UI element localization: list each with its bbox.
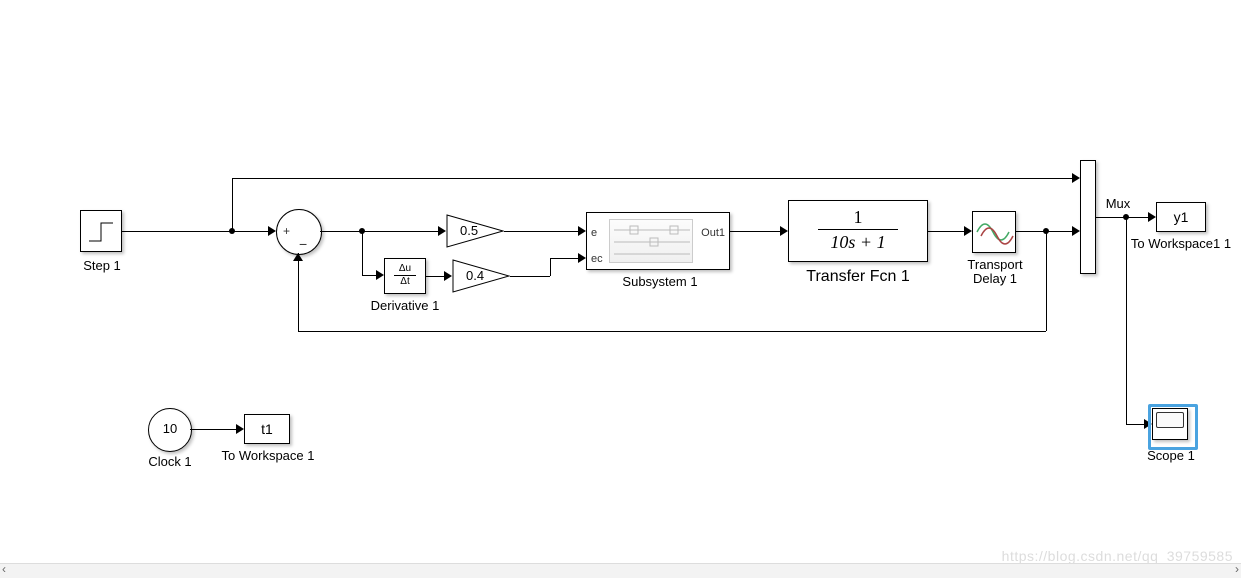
wire xyxy=(298,253,299,331)
transfer-fcn-label: Transfer Fcn 1 xyxy=(788,268,928,286)
wire xyxy=(426,276,446,277)
subsystem-label: Subsystem 1 xyxy=(610,274,710,289)
gain1-value: 0.5 xyxy=(460,223,478,238)
subsystem-preview xyxy=(609,219,693,263)
clock-block[interactable]: 10 xyxy=(148,408,192,452)
t1-text: t1 xyxy=(261,421,273,437)
arrow-icon xyxy=(444,271,452,281)
to-workspace-y1-block[interactable]: y1 xyxy=(1156,202,1206,232)
arrow-icon xyxy=(438,226,446,236)
watermark-text: https://blog.csdn.net/qq_39759585 xyxy=(1002,548,1233,564)
arrow-icon xyxy=(964,226,972,236)
wire xyxy=(1046,231,1074,232)
arrow-icon xyxy=(780,226,788,236)
sum-block[interactable]: + − xyxy=(276,209,322,255)
wire xyxy=(362,231,440,232)
arrow-icon xyxy=(578,226,586,236)
wire xyxy=(928,231,966,232)
gain-block[interactable]: 0.5 xyxy=(446,214,504,248)
scope-label: Scope 1 xyxy=(1140,448,1202,463)
frac-line xyxy=(818,229,898,230)
wire xyxy=(232,231,270,232)
transport-delay-block[interactable] xyxy=(972,211,1016,253)
wire xyxy=(1126,217,1150,218)
arrow-icon xyxy=(293,253,303,261)
derivative-den: Δt xyxy=(385,276,425,288)
sum-plus: + xyxy=(283,224,290,238)
derivative-label: Derivative 1 xyxy=(365,298,445,313)
sum-minus: − xyxy=(299,236,307,252)
to-workspace-t1-block[interactable]: t1 xyxy=(244,414,290,444)
wire xyxy=(730,231,782,232)
wire xyxy=(232,178,233,231)
wire xyxy=(122,231,232,232)
gain2-value: 0.4 xyxy=(466,268,484,283)
arrow-icon xyxy=(376,270,384,280)
tf-numerator: 1 xyxy=(789,207,927,227)
subsystem-port-ec: ec xyxy=(591,253,603,265)
wire xyxy=(1096,217,1126,218)
step-block[interactable] xyxy=(80,210,122,252)
clock-value: 10 xyxy=(163,421,177,436)
transport-delay-label: TransportDelay 1 xyxy=(958,258,1032,286)
y1-text: y1 xyxy=(1174,209,1189,225)
wire xyxy=(232,178,1074,179)
wire xyxy=(1126,217,1127,424)
arrow-icon xyxy=(1148,212,1156,222)
wire xyxy=(510,276,550,277)
subsystem-port-e: e xyxy=(591,227,597,239)
to-workspace-t1-label: To Workspace 1 xyxy=(218,448,318,463)
wire xyxy=(1016,231,1046,232)
arrow-icon xyxy=(236,424,244,434)
arrow-icon xyxy=(268,226,276,236)
wire xyxy=(550,258,580,259)
to-workspace-y1-label: To Workspace1 1 xyxy=(1124,236,1238,251)
wire xyxy=(1126,424,1146,425)
wire xyxy=(504,231,580,232)
wire xyxy=(362,231,363,275)
subsystem-port-out: Out1 xyxy=(701,227,725,239)
step-label: Step 1 xyxy=(72,258,132,273)
wire xyxy=(1046,231,1047,331)
wire xyxy=(298,331,1046,332)
tf-denominator: 10s + 1 xyxy=(789,232,927,252)
clock-label: Clock 1 xyxy=(144,454,196,469)
mux-label: Mux xyxy=(1100,196,1136,211)
arrow-icon xyxy=(578,253,586,263)
scope-block[interactable] xyxy=(1152,408,1188,440)
wire xyxy=(320,231,362,232)
derivative-num: Δu xyxy=(385,263,425,275)
horizontal-scrollbar[interactable]: ‹ › xyxy=(0,563,1241,578)
scope-screen xyxy=(1156,412,1184,428)
scroll-left-icon[interactable]: ‹ xyxy=(2,562,6,576)
transfer-fcn-block[interactable]: 1 10s + 1 xyxy=(788,200,928,262)
gain-block[interactable]: 0.4 xyxy=(452,259,510,293)
scroll-right-icon[interactable]: › xyxy=(1235,562,1239,576)
mux-block[interactable] xyxy=(1080,160,1096,274)
arrow-icon xyxy=(1072,173,1080,183)
wire xyxy=(190,429,238,430)
derivative-block[interactable]: Δu Δt xyxy=(384,258,426,294)
wire xyxy=(550,258,551,276)
simulink-diagram: Step 1 + − Δu Δt Derivative 1 0.5 0.4 xyxy=(0,0,1241,578)
arrow-icon xyxy=(1072,226,1080,236)
subsystem-block[interactable]: e ec Out1 xyxy=(586,212,730,270)
